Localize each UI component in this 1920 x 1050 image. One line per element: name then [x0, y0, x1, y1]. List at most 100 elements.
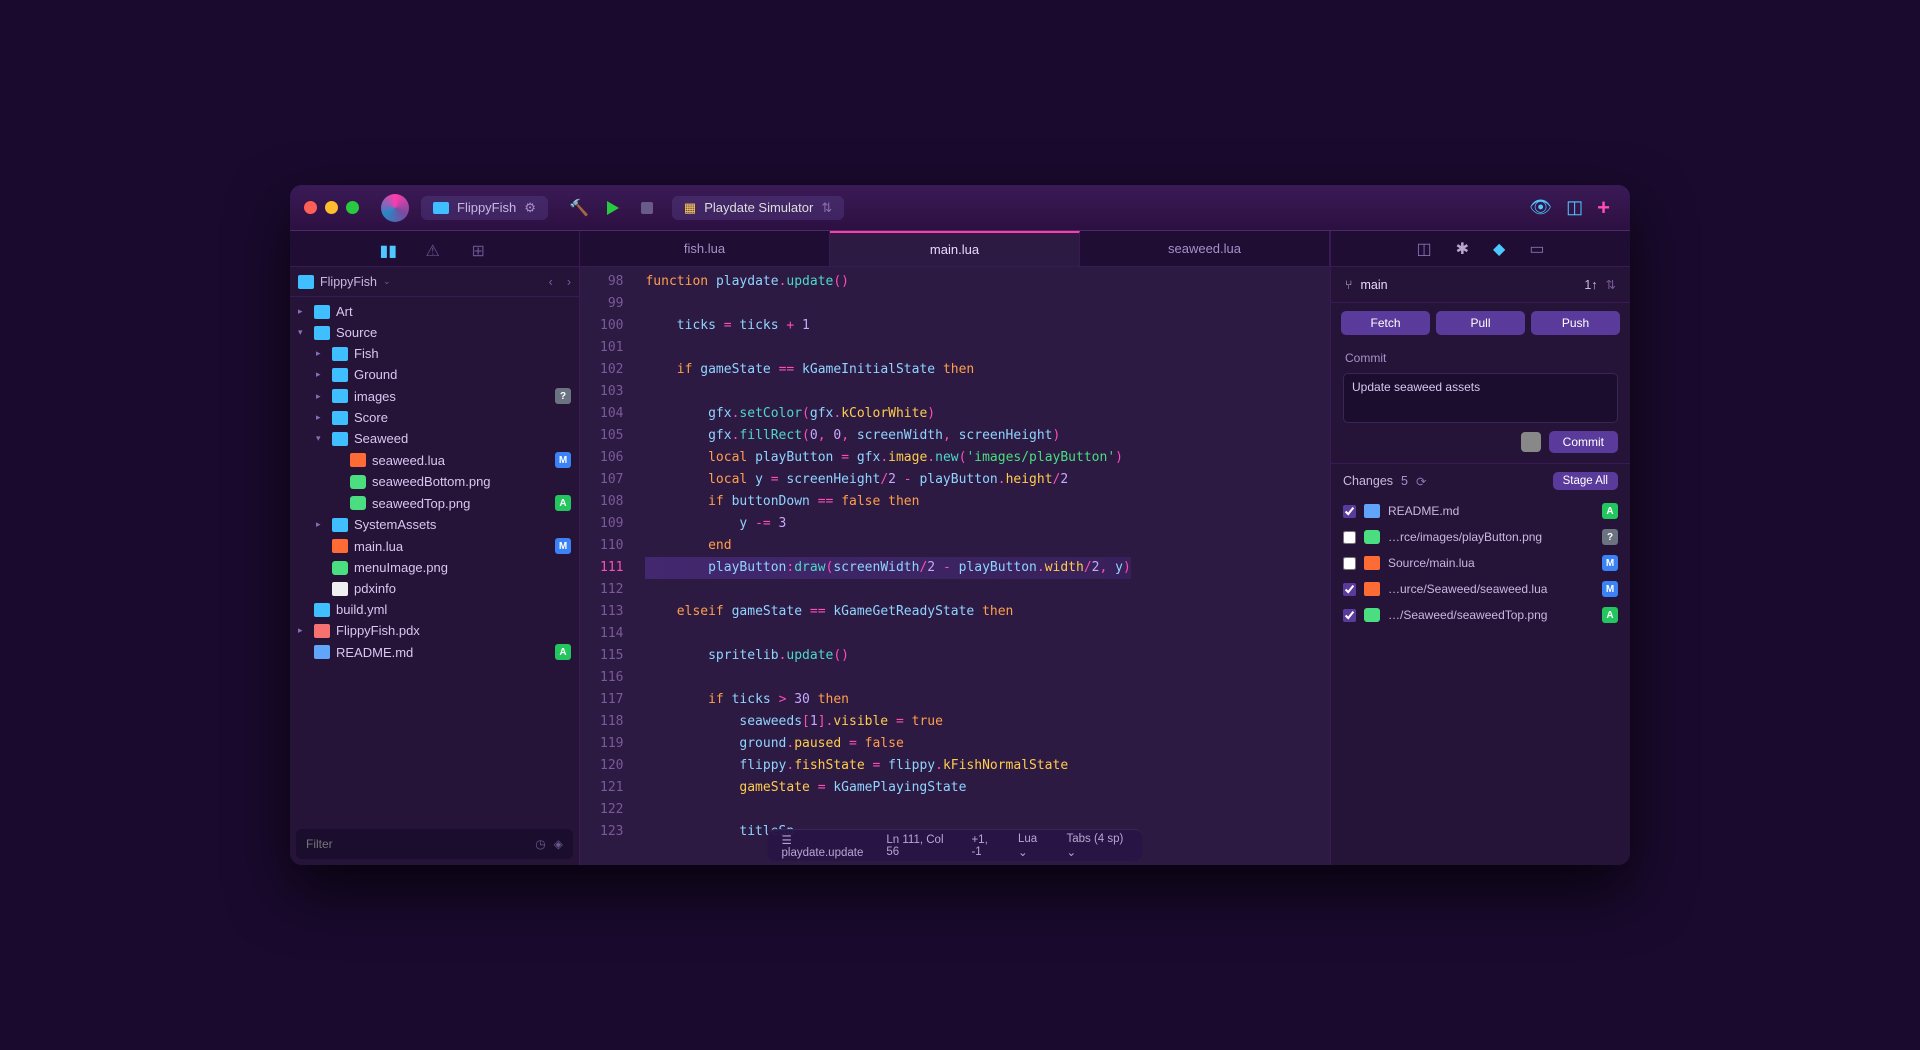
nav-forward-button[interactable]: › — [567, 275, 571, 289]
folder-icon — [332, 518, 348, 532]
refresh-icon[interactable]: ⟳ — [1416, 474, 1426, 489]
tree-item-label: pdxinfo — [354, 581, 396, 596]
tree-item[interactable]: ▸ Ground — [290, 364, 579, 385]
filter-input[interactable] — [306, 837, 527, 851]
stage-checkbox[interactable] — [1343, 505, 1356, 518]
tree-item-label: SystemAssets — [354, 517, 436, 532]
tab-main-lua[interactable]: main.lua — [830, 231, 1080, 266]
tree-item[interactable]: ▸ SystemAssets — [290, 514, 579, 535]
status-badge: M — [1602, 555, 1618, 571]
stage-checkbox[interactable] — [1343, 609, 1356, 622]
project-pill[interactable]: FlippyFish ⚙ — [421, 196, 548, 220]
titlebar-right: 👁 ◫ + — [1529, 195, 1616, 221]
push-button[interactable]: Push — [1531, 311, 1620, 335]
close-button[interactable] — [304, 201, 317, 214]
history-icon[interactable]: ◷ — [535, 837, 545, 851]
preview-button[interactable]: 👁 — [1529, 197, 1552, 218]
tree-item[interactable]: main.lua M — [290, 535, 579, 557]
file-tree[interactable]: ▸ Art ▾ Source ▸ Fish ▸ Ground ▸ images … — [290, 297, 579, 823]
code-content[interactable]: function playdate.update() ticks = ticks… — [633, 267, 1130, 865]
change-path: README.md — [1388, 504, 1594, 518]
panel-toggle-button[interactable]: ◫ — [1417, 239, 1432, 259]
tab-fish-lua[interactable]: fish.lua — [580, 231, 830, 266]
disclosure-icon: ▸ — [298, 306, 308, 317]
main-area: FlippyFish ⌄ ‹ › ▸ Art ▾ Source ▸ Fish ▸… — [290, 267, 1630, 865]
filter-box: ◷ ◈ — [296, 829, 573, 859]
code-editor[interactable]: 9899100101102103104105106107108109110111… — [580, 267, 1330, 865]
tree-item[interactable]: pdxinfo — [290, 578, 579, 599]
stage-all-button[interactable]: Stage All — [1553, 472, 1618, 490]
tree-item[interactable]: ▸ images ? — [290, 385, 579, 407]
change-row[interactable]: README.md A — [1331, 498, 1630, 524]
status-badge: M — [555, 452, 571, 468]
change-row[interactable]: …/Seaweed/seaweedTop.png A — [1331, 602, 1630, 628]
snowflake-icon[interactable]: ✱ — [1456, 239, 1469, 259]
tree-item-label: Ground — [354, 367, 397, 382]
tree-item[interactable]: ▾ Seaweed — [290, 428, 579, 449]
tree-item[interactable]: ▸ Score — [290, 407, 579, 428]
pull-button[interactable]: Pull — [1436, 311, 1525, 335]
tree-item[interactable]: ▸ FlippyFish.pdx — [290, 620, 579, 641]
tree-item[interactable]: ▸ Fish — [290, 343, 579, 364]
md-icon — [314, 645, 330, 659]
stage-checkbox[interactable] — [1343, 583, 1356, 596]
tree-item-label: main.lua — [354, 539, 403, 554]
tab-seaweed-lua[interactable]: seaweed.lua — [1080, 231, 1330, 266]
branch-ahead: 1↑ — [1584, 278, 1597, 292]
change-row[interactable]: Source/main.lua M — [1331, 550, 1630, 576]
new-button[interactable]: + — [1597, 195, 1610, 221]
layout-button[interactable]: ◫ — [1566, 197, 1583, 218]
tree-item-label: Score — [354, 410, 388, 425]
tree-item-label: FlippyFish.pdx — [336, 623, 420, 638]
tree-item[interactable]: menuImage.png — [290, 557, 579, 578]
commit-message-input[interactable]: Update seaweed assets — [1343, 373, 1618, 423]
build-button[interactable]: 🔨 — [566, 195, 592, 221]
stage-checkbox[interactable] — [1343, 557, 1356, 570]
sidebar-tab-files[interactable]: ▮▮ — [380, 241, 398, 257]
stage-checkbox[interactable] — [1343, 531, 1356, 544]
stop-button[interactable] — [634, 195, 660, 221]
tree-item[interactable]: seaweed.lua M — [290, 449, 579, 471]
code-area[interactable]: 9899100101102103104105106107108109110111… — [580, 267, 1330, 865]
sidebar-tab-issues[interactable]: ⚠ — [426, 241, 444, 257]
fetch-button[interactable]: Fetch — [1341, 311, 1430, 335]
scm-filter-icon[interactable]: ◈ — [554, 837, 563, 851]
breadcrumb[interactable]: FlippyFish ⌄ ‹ › — [290, 267, 579, 297]
git-tab-button[interactable]: ◆ — [1493, 239, 1505, 259]
zoom-button[interactable] — [346, 201, 359, 214]
tree-item[interactable]: build.yml — [290, 599, 579, 620]
commit-button[interactable]: Commit — [1549, 431, 1618, 453]
status-language[interactable]: Lua ⌄ — [1018, 833, 1047, 859]
status-indent[interactable]: Tabs (4 sp) ⌄ — [1066, 833, 1128, 859]
change-row[interactable]: …rce/images/playButton.png ? — [1331, 524, 1630, 550]
stop-icon — [641, 202, 653, 214]
sidebar-tab-grid[interactable]: ⊞ — [472, 241, 490, 257]
tree-item[interactable]: seaweedTop.png A — [290, 492, 579, 514]
tree-item[interactable]: README.md A — [290, 641, 579, 663]
project-name: FlippyFish — [457, 200, 516, 215]
png-icon — [332, 561, 348, 575]
status-symbol[interactable]: ☰ playdate.update — [782, 833, 867, 859]
minimize-button[interactable] — [325, 201, 338, 214]
target-pill[interactable]: ▦ Playdate Simulator ⇅ — [672, 196, 844, 220]
change-row[interactable]: …urce/Seaweed/seaweed.lua M — [1331, 576, 1630, 602]
run-tab-button[interactable]: ▭ — [1529, 239, 1544, 259]
change-path: …urce/Seaweed/seaweed.lua — [1388, 582, 1594, 596]
status-badge: ? — [555, 388, 571, 404]
git-panel: ⑂ main 1↑ ⇅ Fetch Pull Push Commit Updat… — [1330, 267, 1630, 865]
target-icon: ▦ — [684, 200, 696, 216]
tree-item[interactable]: seaweedBottom.png — [290, 471, 579, 492]
git-branch-row[interactable]: ⑂ main 1↑ ⇅ — [1331, 267, 1630, 303]
avatar[interactable] — [1521, 432, 1541, 452]
play-icon — [607, 201, 619, 215]
changes-count: 5 — [1401, 474, 1408, 488]
sidebar-tab-switcher: ▮▮ ⚠ ⊞ — [290, 231, 580, 266]
run-button[interactable] — [600, 195, 626, 221]
app-icon — [381, 194, 409, 222]
tab-bar: ▮▮ ⚠ ⊞ fish.luamain.luaseaweed.lua ◫ ✱ ◆… — [290, 231, 1630, 267]
tree-item[interactable]: ▾ Source — [290, 322, 579, 343]
status-position[interactable]: Ln 111, Col 56 — [886, 834, 951, 858]
nav-back-button[interactable]: ‹ — [549, 275, 553, 289]
tree-item[interactable]: ▸ Art — [290, 301, 579, 322]
status-badge: A — [1602, 503, 1618, 519]
